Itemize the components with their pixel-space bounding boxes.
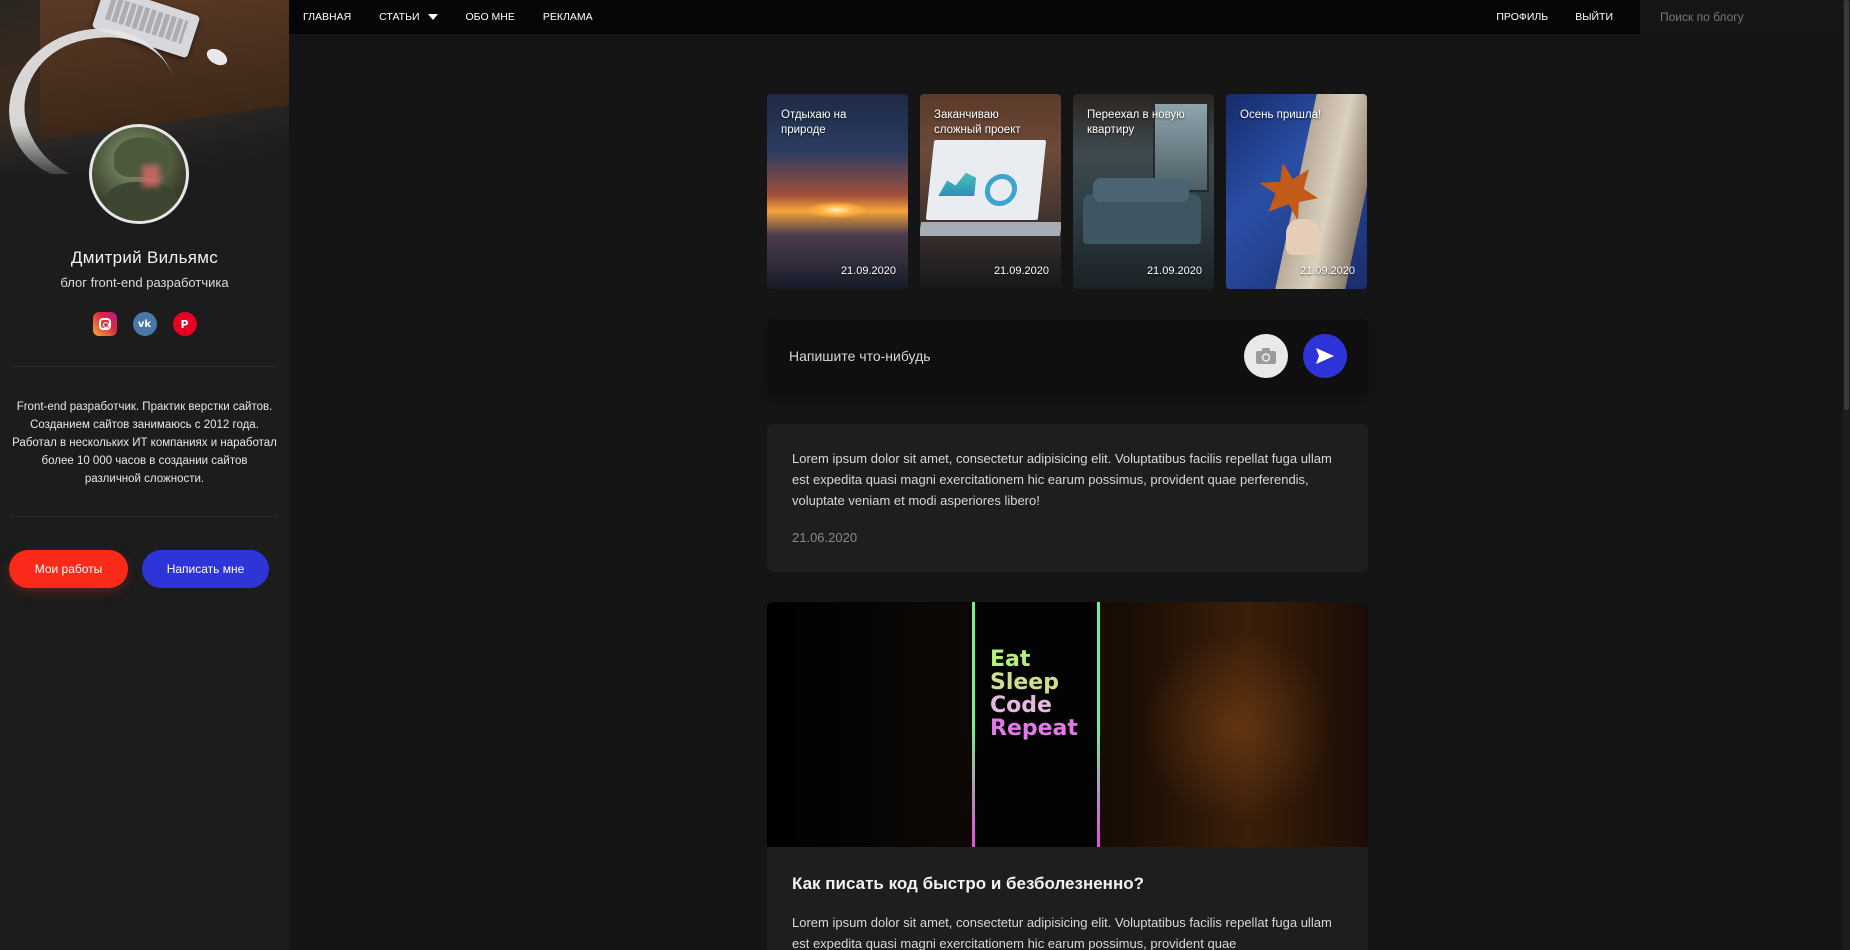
post-date: 21.06.2020 xyxy=(792,530,858,545)
post-card: Eat Sleep Code Repeat Как писать код быс… xyxy=(767,602,1368,950)
nav-left: ГЛАВНАЯ СТАТЬИ ОБО МНЕ РЕКЛАМА xyxy=(303,0,593,34)
nav-home[interactable]: ГЛАВНАЯ xyxy=(303,11,351,23)
story-title: Осень пришла! xyxy=(1240,109,1322,121)
nav-ads[interactable]: РЕКЛАМА xyxy=(543,11,593,23)
author-name: Дмитрий Вильямс xyxy=(70,248,219,267)
post-input[interactable] xyxy=(789,339,1229,373)
story-card[interactable]: Осень пришла! 21.09.2020 xyxy=(1226,94,1367,289)
scrollbar-thumb[interactable] xyxy=(1844,0,1849,410)
avatar[interactable] xyxy=(89,124,189,224)
send-button[interactable] xyxy=(1303,334,1347,378)
pinterest-icon[interactable]: P xyxy=(172,312,197,336)
story-card[interactable]: Заканчиваю сложный проект 21.09.2020 xyxy=(920,94,1061,289)
top-navigation: ГЛАВНАЯ СТАТЬИ ОБО МНЕ РЕКЛАМА ПРОФИЛЬ В… xyxy=(289,0,1850,34)
post-title[interactable]: Как писать код быстро и безболезненно? xyxy=(792,874,1144,894)
chevron-down-icon xyxy=(427,14,438,20)
nav-articles[interactable]: СТАТЬИ xyxy=(379,11,438,23)
nav-articles-label: СТАТЬИ xyxy=(379,11,420,23)
attach-photo-button[interactable] xyxy=(1244,334,1288,378)
post-text: Lorem ipsum dolor sit amet, consectetur … xyxy=(792,915,1332,950)
author-bio: Front-end разработчик. Практик верстки с… xyxy=(12,401,277,485)
story-date: 21.09.2020 xyxy=(840,265,896,277)
image-text-code: Code xyxy=(990,693,1052,718)
scrollbar[interactable] xyxy=(1843,0,1850,950)
nav-about[interactable]: ОБО МНЕ xyxy=(466,11,515,23)
story-card[interactable]: Отдыхаю на природе 21.09.2020 xyxy=(767,94,908,289)
story-date: 21.09.2020 xyxy=(1299,265,1355,277)
vk-icon[interactable]: vk xyxy=(132,312,157,336)
story-title: Отдыхаю на природе xyxy=(781,109,847,136)
social-links: vk P xyxy=(0,312,289,336)
post-card: Lorem ipsum dolor sit amet, consectetur … xyxy=(767,424,1368,572)
my-works-button[interactable]: Мои работы xyxy=(9,550,128,588)
story-card[interactable]: Переехал в новую квартиру 21.09.2020 xyxy=(1073,94,1214,289)
camera-icon xyxy=(1256,348,1276,364)
search-input[interactable] xyxy=(1640,0,1850,34)
image-text-repeat: Repeat xyxy=(990,716,1078,741)
story-date: 21.09.2020 xyxy=(993,265,1049,277)
image-text-eat: Eat xyxy=(990,647,1031,672)
author-subtitle: блог front-end разработчика xyxy=(60,275,229,290)
stories: Отдыхаю на природе 21.09.2020 Заканчиваю… xyxy=(767,94,1368,289)
send-icon xyxy=(1316,348,1334,364)
post-composer xyxy=(767,319,1368,393)
nav-right: ПРОФИЛЬ ВЫЙТИ xyxy=(1496,0,1850,34)
sidebar: Дмитрий Вильямс блог front-end разработч… xyxy=(0,0,289,950)
post-image[interactable]: Eat Sleep Code Repeat xyxy=(767,602,1368,847)
nav-logout[interactable]: ВЫЙТИ xyxy=(1575,11,1613,23)
phone-image: Eat Sleep Code Repeat xyxy=(972,602,1100,847)
divider xyxy=(10,366,278,367)
instagram-icon[interactable] xyxy=(92,312,117,336)
post-text: Lorem ipsum dolor sit amet, consectetur … xyxy=(792,451,1332,508)
image-text-sleep: Sleep xyxy=(990,670,1059,695)
story-title: Переехал в новую квартиру xyxy=(1087,109,1185,136)
story-date: 21.09.2020 xyxy=(1146,265,1202,277)
story-title: Заканчиваю сложный проект xyxy=(934,109,1021,136)
nav-profile[interactable]: ПРОФИЛЬ xyxy=(1496,11,1548,23)
write-me-button[interactable]: Написать мне xyxy=(142,550,269,588)
divider xyxy=(10,516,278,517)
